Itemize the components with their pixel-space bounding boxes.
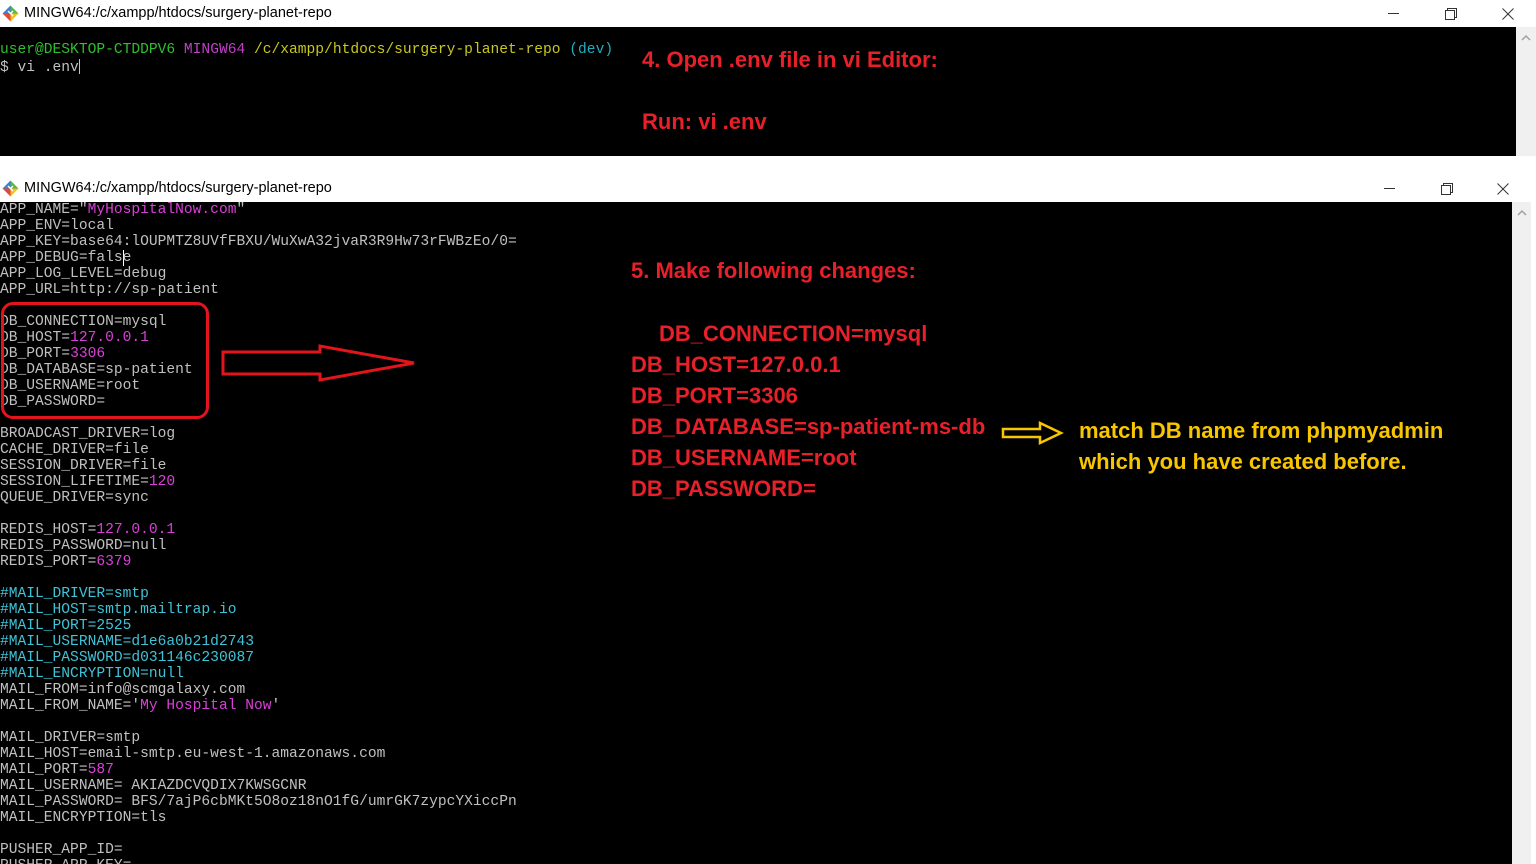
env-line: MAIL_DRIVER=smtp: [0, 730, 141, 746]
minimize-button[interactable]: [1365, 0, 1422, 27]
step4-title: 4. Open .env file in vi Editor:: [642, 47, 938, 72]
env-line: APP_URL=http://sp-patient: [0, 282, 219, 298]
note-line-2: which you have created before.: [1079, 449, 1407, 474]
env-blank-line: [0, 506, 1512, 522]
change-line-db-port: DB_PORT=3306: [631, 383, 798, 408]
vi-cursor-char: e: [122, 250, 132, 266]
scrollbar[interactable]: [1516, 27, 1536, 156]
env-token: MAIL_PORT=: [0, 762, 88, 778]
env-line: #MAIL_ENCRYPTION=null: [0, 666, 184, 682]
close-icon: [1501, 7, 1514, 20]
close-button[interactable]: [1474, 175, 1531, 202]
env-line: #MAIL_PORT=2525: [0, 618, 132, 634]
env-token: APP_NAME=": [0, 202, 88, 218]
change-line-db-password: DB_PASSWORD=: [631, 476, 816, 501]
db-settings-highlight-box: [1, 302, 209, 419]
git-bash-icon: [2, 5, 19, 22]
env-token: ': [271, 698, 281, 714]
restore-icon: [1440, 182, 1453, 195]
env-line: MAIL_ENCRYPTION=tls: [0, 810, 167, 826]
change-line-db-username: DB_USERNAME=root: [631, 445, 857, 470]
close-button[interactable]: [1479, 0, 1536, 27]
env-blank-line: [0, 826, 1512, 842]
env-line: MAIL_HOST=email-smtp.eu-west-1.amazonaws…: [0, 746, 386, 762]
env-line: REDIS_HOST=127.0.0.1: [0, 522, 1512, 538]
env-line: MAIL_USERNAME= AKIAZDCVQDIX7KWSGCNR: [0, 778, 307, 794]
change-line-db-host: DB_HOST=127.0.0.1: [631, 352, 841, 377]
env-blank-line: [0, 298, 1512, 314]
change-line-db-database: DB_DATABASE=sp-patient-ms-db: [631, 414, 986, 439]
restore-icon: [1444, 7, 1457, 20]
env-token: MAIL_FROM_NAME=': [0, 698, 141, 714]
env-token: SESSION_LIFETIME=: [0, 474, 149, 490]
restore-button[interactable]: [1422, 0, 1479, 27]
env-line: REDIS_PORT=6379: [0, 554, 1512, 570]
env-token: 6379: [96, 554, 132, 570]
close-icon: [1496, 182, 1509, 195]
command-line: $ vi .env: [0, 59, 80, 76]
env-token: 587: [87, 762, 114, 778]
env-line: PUSHER_APP_ID=: [0, 842, 123, 858]
env-token: APP_DEBUG=fals: [0, 250, 123, 266]
command-text: $ vi .env: [0, 60, 79, 76]
env-token: REDIS_PORT=: [0, 554, 97, 570]
env-line: MAIL_FROM=info@scmgalaxy.com: [0, 682, 246, 698]
minimize-icon: [1388, 13, 1399, 14]
env-line: PUSHER_APP_KEY=: [0, 858, 1512, 864]
prompt-user-host: user@DESKTOP-CTDDPV6: [0, 42, 176, 58]
env-line: MAIL_PASSWORD= BFS/7ajP6cbMKt5O8oz18nO1f…: [0, 794, 517, 810]
note-line-1: match DB name from phpmyadmin: [1079, 418, 1444, 443]
minimize-button[interactable]: [1361, 175, 1418, 202]
chevron-up-icon[interactable]: [1516, 209, 1527, 216]
step4-run: Run: vi .env: [642, 109, 767, 134]
env-line: #MAIL_USERNAME=d1e6a0b21d2743: [0, 634, 254, 650]
env-file-buffer[interactable]: APP_NAME="MyHospitalNow.com" APP_ENV=loca…: [0, 202, 1512, 864]
env-line: #MAIL_DRIVER=smtp: [0, 586, 149, 602]
yellow-arrow-icon: [1001, 421, 1064, 445]
env-line: #MAIL_PASSWORD=d031146c230087: [0, 650, 254, 666]
env-blank-line: [0, 714, 1512, 730]
git-bash-icon: [2, 180, 19, 197]
window-title: MINGW64:/c/xampp/htdocs/surgery-planet-r…: [24, 5, 332, 21]
step5-title: 5. Make following changes:: [631, 258, 916, 283]
title-bar[interactable]: MINGW64:/c/xampp/htdocs/surgery-planet-r…: [0, 0, 1536, 27]
terminal-cursor: [78, 59, 80, 74]
chevron-up-icon[interactable]: [1521, 34, 1531, 41]
minimize-icon: [1384, 188, 1395, 189]
prompt-line: user@DESKTOP-CTDDPV6 MINGW64 /c/xampp/ht…: [0, 42, 613, 58]
env-token: ": [236, 202, 246, 218]
scrollbar[interactable]: [1512, 202, 1531, 864]
env-token: 127.0.0.1: [96, 522, 176, 538]
terminal-window-top: MINGW64:/c/xampp/htdocs/surgery-planet-r…: [0, 0, 1536, 156]
prompt-system: MINGW64: [183, 42, 246, 58]
env-line: #MAIL_HOST=smtp.mailtrap.io: [0, 602, 237, 618]
red-arrow-icon: [221, 344, 415, 382]
vi-editor-area[interactable]: APP_NAME="MyHospitalNow.com" APP_ENV=loca…: [0, 202, 1512, 864]
title-bar[interactable]: MINGW64:/c/xampp/htdocs/surgery-planet-r…: [0, 175, 1531, 202]
env-line: REDIS_PASSWORD=null: [0, 538, 167, 554]
env-token: My Hospital Now: [140, 698, 272, 714]
window-title: MINGW64:/c/xampp/htdocs/surgery-planet-r…: [24, 180, 332, 196]
env-line: MAIL_PORT=587: [0, 762, 1512, 778]
change-line-db-connection: DB_CONNECTION=mysql: [659, 321, 928, 346]
env-token: 120: [148, 474, 176, 490]
env-line: APP_KEY=base64:lOUPMTZ8UVfFBXU/WuXwA32jv…: [0, 234, 517, 250]
env-line: APP_NAME="MyHospitalNow.com": [0, 202, 1512, 218]
env-line: APP_ENV=local: [0, 218, 114, 234]
env-token: MyHospitalNow.com: [87, 202, 237, 218]
env-line: MAIL_FROM_NAME='My Hospital Now': [0, 698, 1512, 714]
prompt-branch: (dev): [569, 42, 614, 58]
env-blank-line: [0, 570, 1512, 586]
env-token: REDIS_HOST=: [0, 522, 97, 538]
restore-button[interactable]: [1418, 175, 1475, 202]
prompt-path: /c/xampp/htdocs/surgery-planet-repo: [254, 42, 561, 58]
